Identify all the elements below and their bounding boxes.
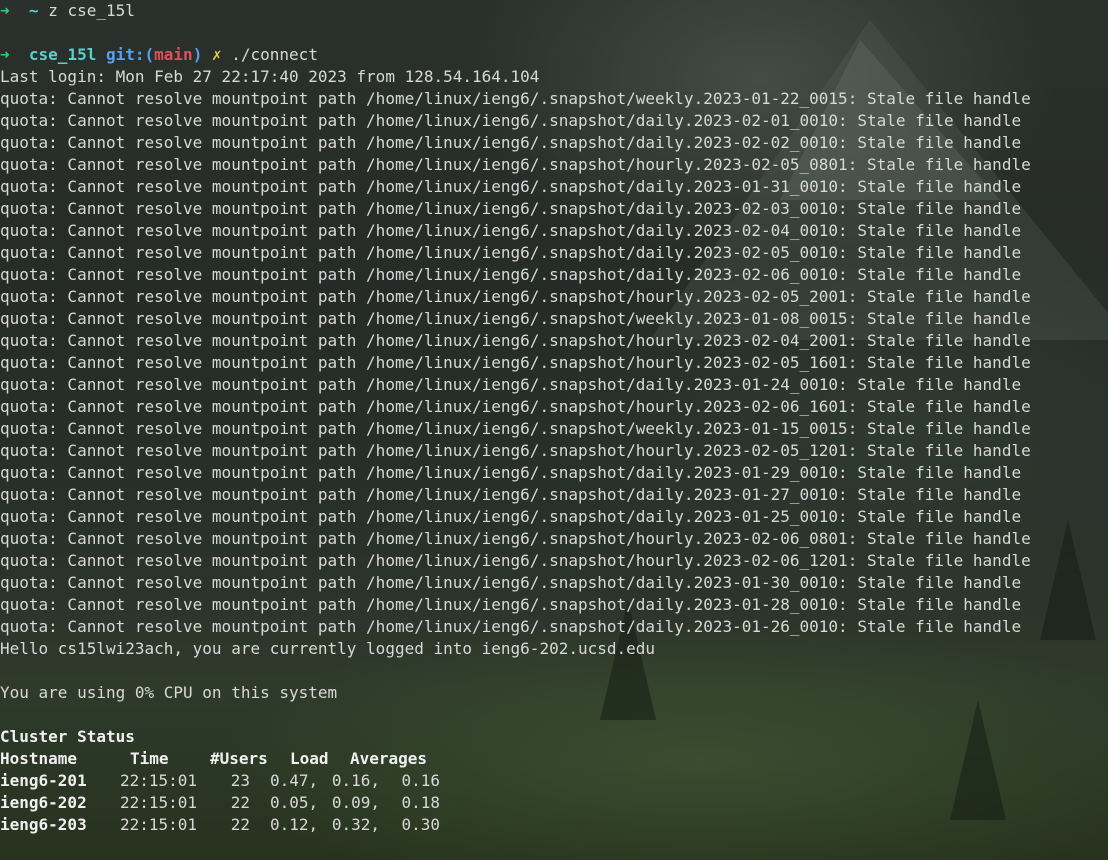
row-time: 22:15:01 [120, 815, 198, 834]
quota-error-line: quota: Cannot resolve mountpoint path /h… [0, 89, 1031, 108]
quota-error-line: quota: Cannot resolve mountpoint path /h… [0, 573, 1022, 592]
git-dirty-icon: ✗ [211, 45, 222, 64]
quota-error-line: quota: Cannot resolve mountpoint path /h… [0, 287, 1031, 306]
prompt-line-2: ➜ cse_15l git:(main) ✗ ./connect [0, 44, 1108, 66]
header-time: Time [130, 749, 169, 768]
quota-error-line: quota: Cannot resolve mountpoint path /h… [0, 133, 1022, 152]
prompt-arrow-icon: ➜ [0, 45, 10, 64]
cluster-table-row: ieng6-202 22:15:01 22 0.05, 0.09, 0.18 [0, 792, 1108, 814]
quota-error-line: quota: Cannot resolve mountpoint path /h… [0, 507, 1022, 526]
terminal-window[interactable]: ➜ ~ z cse_15l ➜ cse_15l git:(main) ✗ ./c… [0, 0, 1108, 860]
quota-error-line: quota: Cannot resolve mountpoint path /h… [0, 419, 1031, 438]
prompt-directory: ~ [28, 1, 39, 20]
quota-error-line: quota: Cannot resolve mountpoint path /h… [0, 617, 1022, 636]
cluster-status-title: Cluster Status [0, 727, 135, 746]
terminal-output: ➜ ~ z cse_15l ➜ cse_15l git:(main) ✗ ./c… [0, 0, 1108, 836]
prompt-directory: cse_15l [28, 45, 97, 64]
quota-error-line: quota: Cannot resolve mountpoint path /h… [0, 397, 1031, 416]
row-average-3: 0.16 [401, 771, 440, 790]
row-average-3: 0.18 [401, 793, 440, 812]
row-hostname: ieng6-203 [0, 815, 87, 834]
quota-error-line: quota: Cannot resolve mountpoint path /h… [0, 551, 1031, 570]
row-average-3: 0.30 [401, 815, 440, 834]
quota-error-line: quota: Cannot resolve mountpoint path /h… [0, 353, 1031, 372]
row-hostname: ieng6-201 [0, 771, 87, 790]
quota-error-line: quota: Cannot resolve mountpoint path /h… [0, 595, 1022, 614]
row-load: 0.05, [270, 793, 319, 812]
git-label-close: ) [192, 45, 203, 64]
hello-line: Hello cs15lwi23ach, you are currently lo… [0, 639, 656, 658]
row-time: 22:15:01 [120, 771, 198, 790]
quota-error-line: quota: Cannot resolve mountpoint path /h… [0, 529, 1031, 548]
header-users: #Users [210, 749, 268, 768]
cluster-table-body: ieng6-201 22:15:01 23 0.47, 0.16, 0.16 ieng6-2… [0, 770, 1108, 836]
row-load: 0.12, [270, 815, 319, 834]
quota-error-line: quota: Cannot resolve mountpoint path /h… [0, 177, 1022, 196]
quota-output: quota: Cannot resolve mountpoint path /h… [0, 88, 1108, 638]
quota-error-line: quota: Cannot resolve mountpoint path /h… [0, 375, 1022, 394]
row-time: 22:15:01 [120, 793, 198, 812]
row-average-2: 0.16, [331, 771, 380, 790]
cluster-table-row: ieng6-201 22:15:01 23 0.47, 0.16, 0.16 [0, 770, 1108, 792]
quota-error-line: quota: Cannot resolve mountpoint path /h… [0, 441, 1031, 460]
prompt-command: z cse_15l [48, 1, 135, 20]
row-average-2: 0.32, [331, 815, 380, 834]
prompt-command: ./connect [231, 45, 318, 64]
quota-error-line: quota: Cannot resolve mountpoint path /h… [0, 243, 1022, 262]
header-averages: Averages [350, 749, 428, 768]
last-login-line: Last login: Mon Feb 27 22:17:40 2023 fro… [0, 67, 540, 86]
cluster-table-row: ieng6-203 22:15:01 22 0.12, 0.32, 0.30 [0, 814, 1108, 836]
quota-error-line: quota: Cannot resolve mountpoint path /h… [0, 111, 1022, 130]
git-branch: main [154, 45, 193, 64]
row-users: 22 [230, 815, 250, 834]
quota-error-line: quota: Cannot resolve mountpoint path /h… [0, 199, 1022, 218]
cluster-header-row: Hostname Time #Users Load Averages [0, 748, 1108, 770]
prompt-line-1: ➜ ~ z cse_15l [0, 0, 1108, 22]
quota-error-line: quota: Cannot resolve mountpoint path /h… [0, 155, 1031, 174]
row-users: 23 [230, 771, 250, 790]
quota-error-line: quota: Cannot resolve mountpoint path /h… [0, 463, 1022, 482]
header-load: Load [290, 749, 329, 768]
header-hostname: Hostname [0, 749, 78, 768]
row-load: 0.47, [270, 771, 319, 790]
prompt-arrow-icon: ➜ [0, 1, 10, 20]
cpu-line: You are using 0% CPU on this system [0, 683, 338, 702]
quota-error-line: quota: Cannot resolve mountpoint path /h… [0, 331, 1031, 350]
quota-error-line: quota: Cannot resolve mountpoint path /h… [0, 309, 1031, 328]
row-users: 22 [230, 793, 250, 812]
git-label: git:( [105, 45, 155, 64]
quota-error-line: quota: Cannot resolve mountpoint path /h… [0, 265, 1022, 284]
row-hostname: ieng6-202 [0, 793, 87, 812]
quota-error-line: quota: Cannot resolve mountpoint path /h… [0, 221, 1022, 240]
row-average-2: 0.09, [331, 793, 380, 812]
quota-error-line: quota: Cannot resolve mountpoint path /h… [0, 485, 1022, 504]
